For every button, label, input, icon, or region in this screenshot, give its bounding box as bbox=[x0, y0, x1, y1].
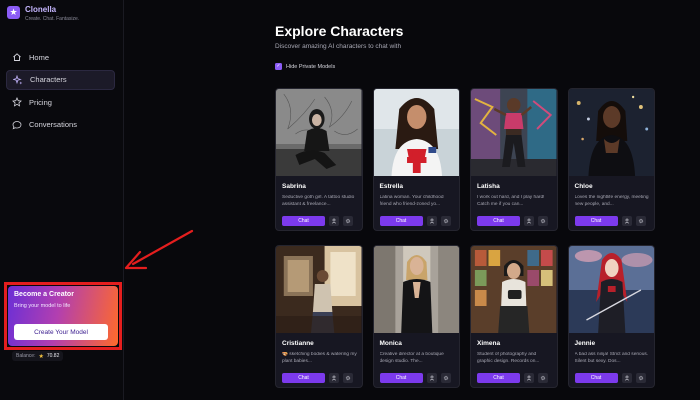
chat-button[interactable]: Chat bbox=[379, 216, 423, 226]
profile-button[interactable] bbox=[426, 216, 437, 226]
character-description: I work out hard, and I play hard! Catch … bbox=[477, 195, 545, 207]
profile-button[interactable] bbox=[621, 373, 632, 383]
profile-button[interactable] bbox=[524, 216, 534, 226]
chat-button[interactable]: Chat bbox=[477, 216, 520, 226]
settings-button[interactable] bbox=[538, 373, 548, 383]
settings-button[interactable] bbox=[343, 216, 353, 226]
character-photo bbox=[568, 89, 654, 176]
user-icon bbox=[624, 218, 629, 224]
gear-icon bbox=[443, 375, 448, 381]
character-name: Chloe bbox=[574, 183, 593, 190]
character-name: Jennie bbox=[574, 340, 596, 347]
profile-button[interactable] bbox=[329, 216, 339, 226]
user-icon bbox=[429, 375, 434, 381]
character-card[interactable]: Monica Creative director at a boutique d… bbox=[372, 245, 460, 388]
checkbox-checked-icon[interactable]: ✓ bbox=[275, 63, 282, 70]
chat-button[interactable]: Chat bbox=[574, 373, 618, 383]
settings-button[interactable] bbox=[440, 216, 451, 226]
character-card[interactable]: Cristianne 🎨 sketching bodies & watering… bbox=[275, 245, 363, 388]
user-icon bbox=[526, 218, 532, 224]
page-subtitle: Discover amazing AI characters to chat w… bbox=[275, 43, 402, 50]
user-icon bbox=[331, 218, 337, 224]
settings-button[interactable] bbox=[635, 373, 646, 383]
settings-button[interactable] bbox=[538, 216, 548, 226]
character-card[interactable]: Latisha I work out hard, and I play hard… bbox=[470, 88, 558, 231]
character-description: Loves the nightlife energy, meeting new … bbox=[574, 195, 649, 207]
character-description: Creative director at a boutique design s… bbox=[379, 352, 444, 364]
character-description: 🎨 sketching bodies & watering my plant b… bbox=[282, 352, 357, 364]
character-card[interactable]: Sabrina Seductive goth girl. A tattoo st… bbox=[275, 88, 363, 231]
page-title: Explore Characters bbox=[275, 23, 404, 39]
hide-private-filter[interactable]: ✓ Hide Private Models bbox=[275, 63, 335, 70]
character-card[interactable]: Estrella Latina woman. Your childhood fr… bbox=[372, 88, 460, 231]
filter-label: Hide Private Models bbox=[286, 63, 336, 70]
character-photo bbox=[568, 246, 654, 333]
chat-button[interactable]: Chat bbox=[282, 216, 325, 226]
character-description: Latina woman. Your childhood friend who … bbox=[379, 195, 444, 207]
gear-icon bbox=[345, 375, 351, 381]
chat-button[interactable]: Chat bbox=[379, 373, 423, 383]
character-description: A bad ass ninja! Strict and serious. Sil… bbox=[574, 352, 649, 364]
character-name: Ximena bbox=[477, 340, 501, 347]
profile-button[interactable] bbox=[621, 216, 632, 226]
character-photo bbox=[373, 246, 459, 333]
gear-icon bbox=[540, 218, 546, 224]
character-description: Seductive goth girl. A tattoo studio ass… bbox=[282, 195, 355, 207]
gear-icon bbox=[638, 218, 643, 224]
character-photo bbox=[471, 89, 557, 176]
character-name: Cristianne bbox=[282, 340, 314, 347]
settings-button[interactable] bbox=[343, 373, 353, 383]
user-icon bbox=[331, 375, 337, 381]
settings-button[interactable] bbox=[635, 216, 646, 226]
character-name: Sabrina bbox=[282, 183, 306, 190]
profile-button[interactable] bbox=[426, 373, 437, 383]
character-photo bbox=[276, 246, 362, 333]
character-name: Latisha bbox=[477, 183, 500, 190]
character-photo bbox=[276, 89, 362, 176]
character-photo bbox=[471, 246, 557, 333]
character-card[interactable]: Ximena Student of photography and graphi… bbox=[470, 245, 558, 388]
settings-button[interactable] bbox=[440, 373, 451, 383]
character-name: Estrella bbox=[379, 183, 404, 190]
chat-button[interactable]: Chat bbox=[477, 373, 520, 383]
gear-icon bbox=[443, 218, 448, 224]
character-description: Student of photography and graphic desig… bbox=[477, 352, 540, 364]
user-icon bbox=[624, 375, 629, 381]
character-name: Monica bbox=[379, 340, 402, 347]
user-icon bbox=[429, 218, 434, 224]
chat-button[interactable]: Chat bbox=[574, 216, 618, 226]
user-icon bbox=[526, 375, 532, 381]
gear-icon bbox=[345, 218, 351, 224]
chat-button[interactable]: Chat bbox=[282, 373, 325, 383]
character-grid: Sabrina Seductive goth girl. A tattoo st… bbox=[275, 88, 655, 388]
character-photo bbox=[373, 89, 459, 176]
character-card[interactable]: Chloe Loves the nightlife energy, meetin… bbox=[567, 88, 655, 231]
gear-icon bbox=[540, 375, 546, 381]
gear-icon bbox=[638, 375, 643, 381]
profile-button[interactable] bbox=[524, 373, 534, 383]
character-card[interactable]: Jennie A bad ass ninja! Strict and serio… bbox=[567, 245, 655, 388]
profile-button[interactable] bbox=[329, 373, 339, 383]
